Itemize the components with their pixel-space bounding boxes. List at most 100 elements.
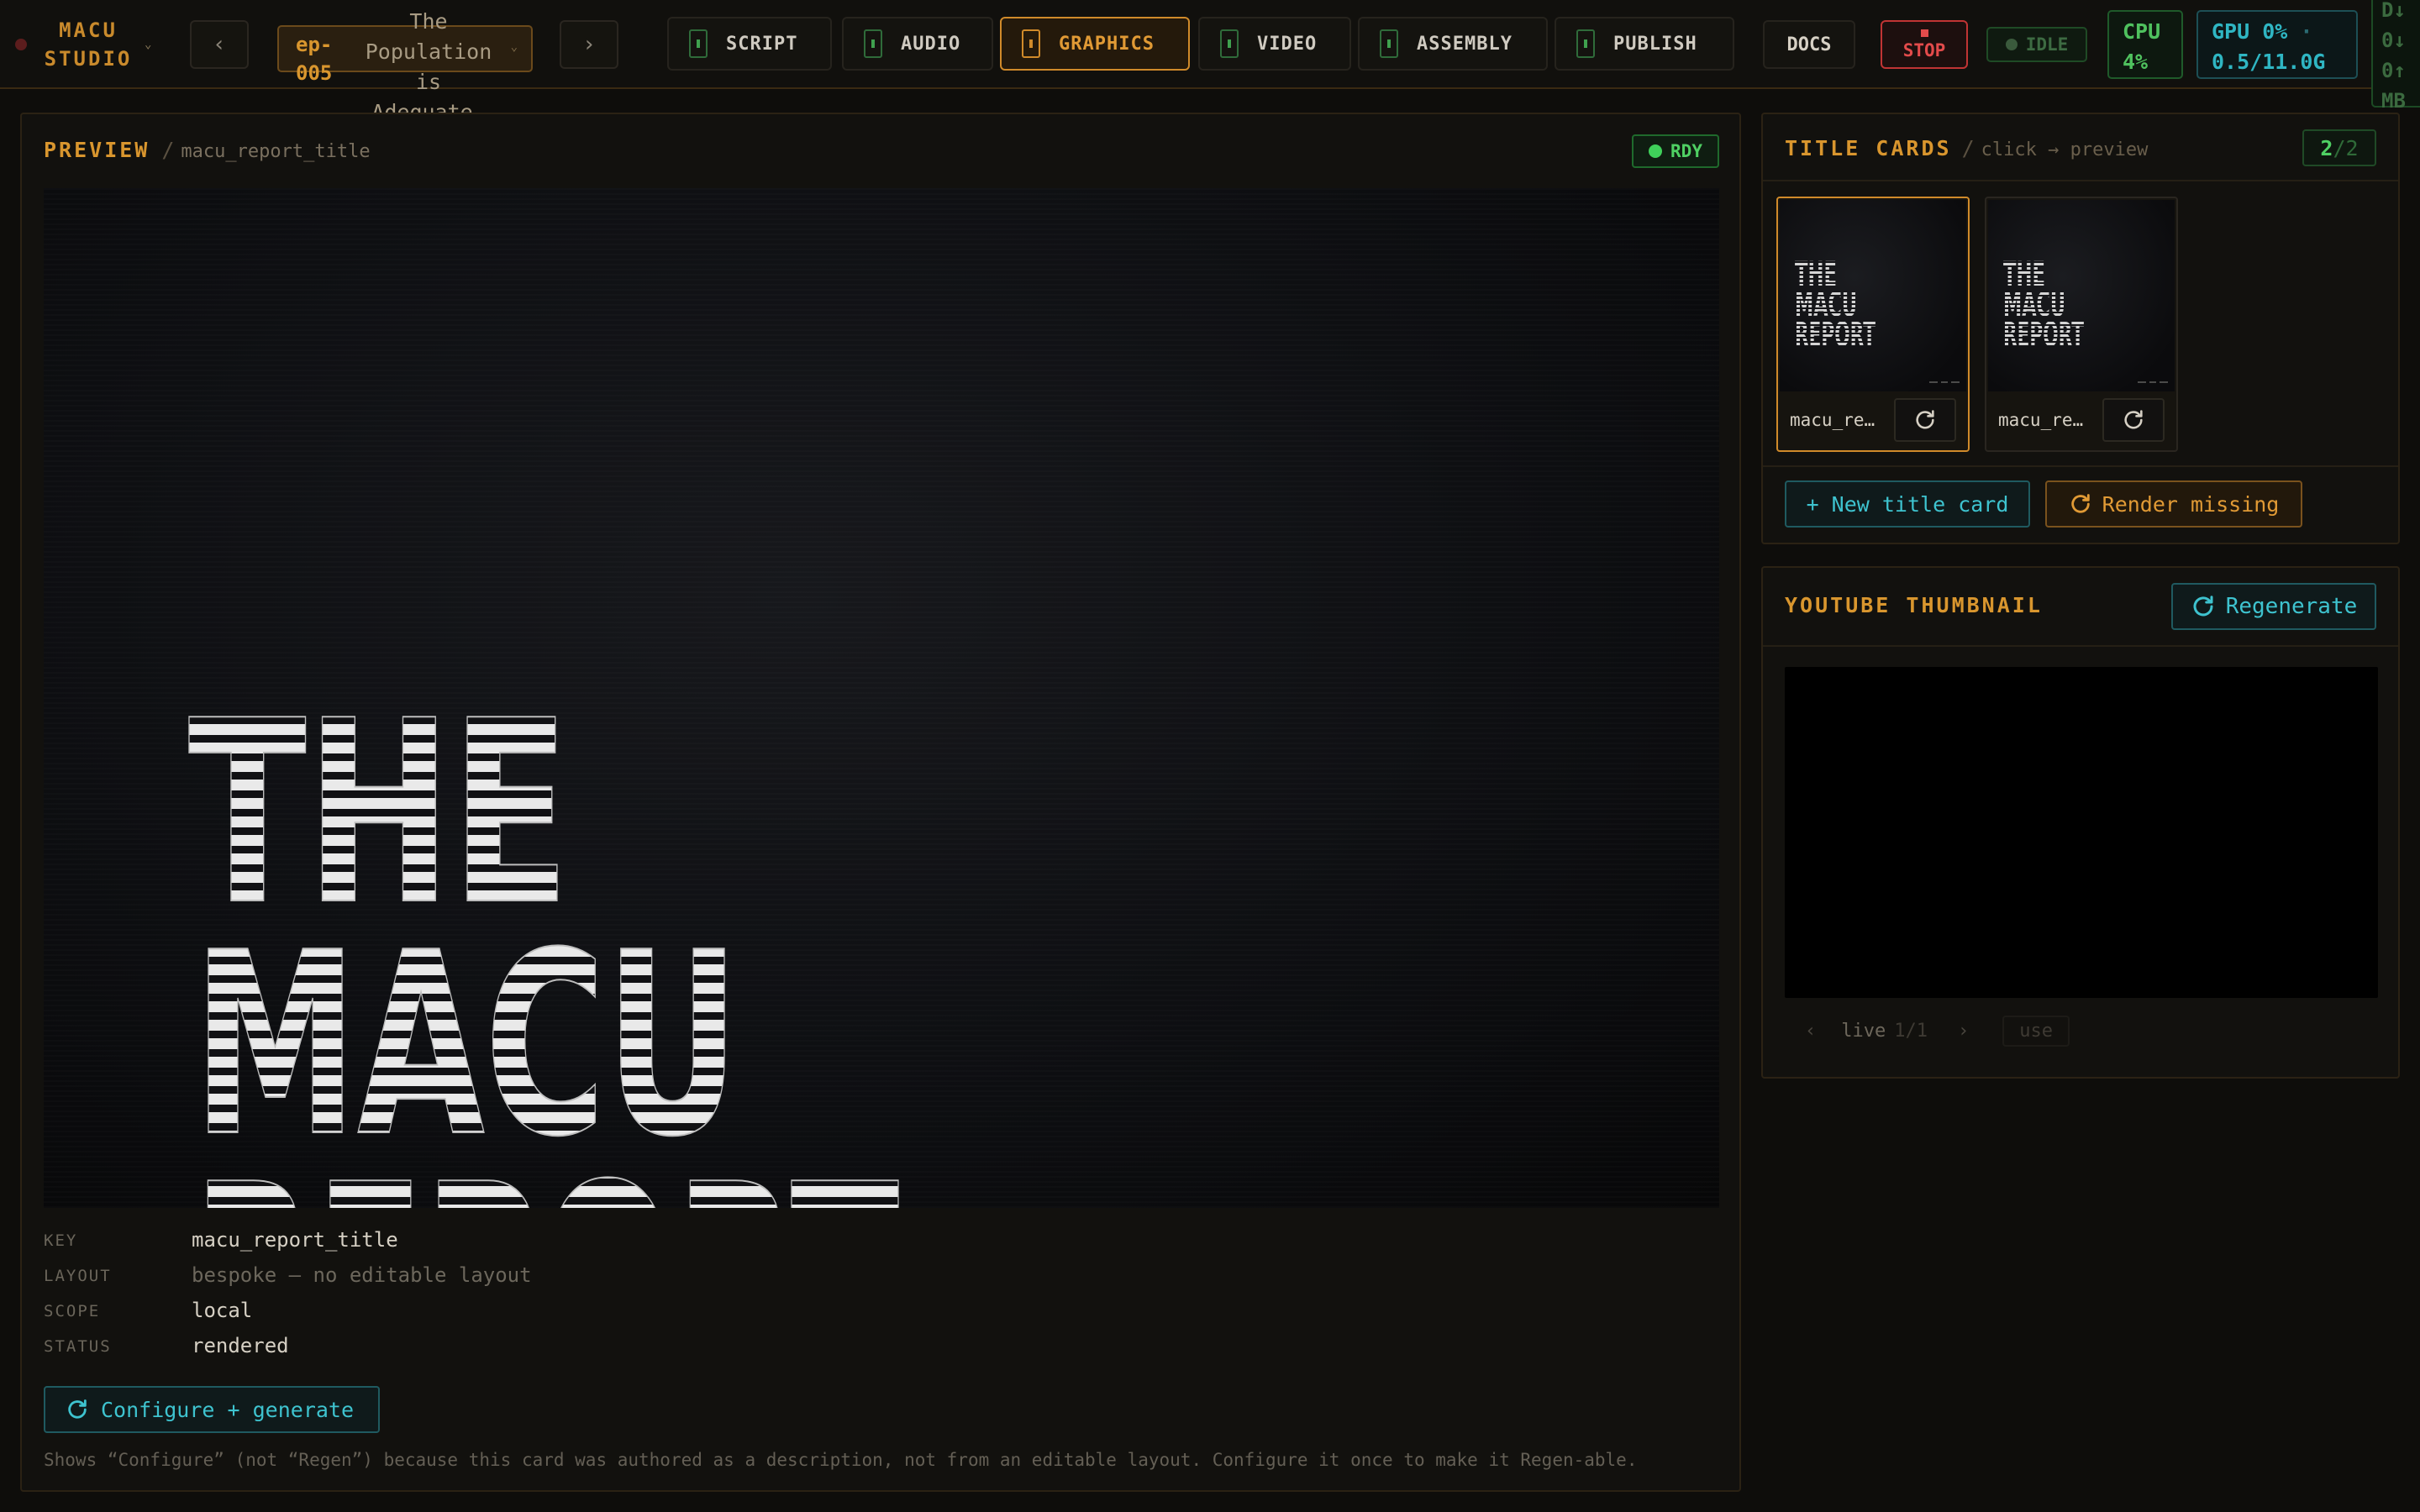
thumb-line-report: REPORT xyxy=(2003,316,2084,354)
stop-button[interactable]: STOP xyxy=(1881,20,1968,69)
cpu-value: 4% xyxy=(2123,50,2149,74)
net-line-4: MB xyxy=(2381,89,2406,113)
ready-label: RDY xyxy=(1670,141,1702,161)
title-card-item[interactable]: THE MACU REPORT macu_re… xyxy=(1985,197,2178,452)
idle-status-badge: IDLE xyxy=(1986,27,2087,62)
chevron-right-icon[interactable]: › xyxy=(1958,1021,1969,1042)
title-card-name: macu_re… xyxy=(1790,410,1876,430)
gpu-separator: · xyxy=(2300,19,2313,44)
meta-scope-label: SCOPE xyxy=(44,1302,101,1320)
regenerate-label: Regenerate xyxy=(2225,594,2358,619)
refresh-icon xyxy=(2124,410,2143,429)
net-line-2: 0↓ xyxy=(2381,29,2406,52)
title-card-thumbnail[interactable]: THE MACU REPORT xyxy=(1988,200,2175,391)
title-card-regen-button[interactable] xyxy=(1894,398,1956,442)
render-missing-button[interactable]: Render missing xyxy=(2045,480,2302,528)
episode-title-line-2: Population xyxy=(363,39,494,64)
title-card-thumbnail[interactable]: THE MACU REPORT xyxy=(1780,200,1966,391)
net-line-1: D↓ xyxy=(2381,0,2406,22)
episode-id: ep- 005 xyxy=(296,30,346,87)
docs-button[interactable]: DOCS xyxy=(1763,20,1855,69)
episode-id-line-1: ep- xyxy=(296,33,333,56)
new-title-card-button[interactable]: + New title card xyxy=(1785,480,2030,528)
meta-key-value: macu_report_title xyxy=(192,1228,398,1252)
preview-panel: PREVIEW / macu_report_title RDY THE MACU R… xyxy=(20,113,1741,1492)
chevron-left-icon: ‹ xyxy=(213,32,226,57)
script-icon xyxy=(689,29,708,58)
video-icon xyxy=(1220,29,1239,58)
next-episode-button[interactable]: › xyxy=(560,20,618,69)
empty-area xyxy=(1761,1079,2400,1492)
episode-selector[interactable]: ep- 005 The Population is Adequate. ⌄ xyxy=(277,9,533,124)
configure-note: Shows “Configure” (not “Regen”) because … xyxy=(44,1450,1638,1470)
stop-label: STOP xyxy=(1902,39,1946,60)
title-cards-panel: TITLE CARDS / click → preview 2/2 THE MACU… xyxy=(1761,113,2400,544)
audio-icon xyxy=(864,29,882,58)
count-total: 2 xyxy=(2345,135,2359,160)
tab-video[interactable]: VIDEO xyxy=(1198,17,1351,71)
tab-label: VIDEO xyxy=(1257,33,1318,55)
count-current: 2 xyxy=(2320,135,2333,160)
configure-generate-button[interactable]: Configure + generate xyxy=(44,1386,380,1433)
regenerate-thumbnail-button[interactable]: Regenerate xyxy=(2171,583,2376,630)
meta-status-value: rendered xyxy=(192,1334,289,1357)
title-cards-subtitle: click → preview xyxy=(1981,139,2149,160)
thumbnail-pager-label: live xyxy=(1841,1020,1886,1042)
title-card-item[interactable]: THE MACU REPORT macu_re… xyxy=(1776,197,1970,452)
graphics-icon xyxy=(1022,29,1040,58)
assembly-icon xyxy=(1380,29,1398,58)
prev-episode-button[interactable]: ‹ xyxy=(190,20,249,69)
thumb-line-report: REPORT xyxy=(1795,316,1876,354)
divider xyxy=(1763,180,2398,181)
title-card-regen-button[interactable] xyxy=(2102,398,2165,442)
refresh-icon xyxy=(2193,596,2213,617)
art-line-report: REPORT xyxy=(193,1131,900,1208)
gpu-usage: GPU 0% xyxy=(2212,19,2288,44)
tab-graphics[interactable]: GRAPHICS xyxy=(1000,17,1190,71)
meta-key-label: KEY xyxy=(44,1231,78,1250)
gpu-meter: GPU 0% · 0.5/11.0G xyxy=(2196,10,2358,79)
refresh-icon xyxy=(1916,410,1934,429)
youtube-thumbnail-panel: YOUTUBE THUMBNAIL Regenerate ‹ live 1/1 … xyxy=(1761,566,2400,1079)
chevron-down-icon: ⌄ xyxy=(145,38,152,51)
tab-audio[interactable]: AUDIO xyxy=(842,17,993,71)
brand-line-1: MACU xyxy=(59,18,118,42)
new-title-card-label: + New title card xyxy=(1806,491,2009,517)
chevron-left-icon[interactable]: ‹ xyxy=(1805,1021,1816,1042)
tab-publish[interactable]: PUBLISH xyxy=(1555,17,1734,71)
tab-label: ASSEMBLY xyxy=(1417,33,1512,55)
chevron-down-icon: ⌄ xyxy=(510,40,518,54)
title-card-name: macu_re… xyxy=(1998,410,2084,430)
refresh-icon xyxy=(68,1399,87,1419)
configure-generate-label: Configure + generate xyxy=(101,1397,355,1422)
title-cards-header: TITLE CARDS / click → preview xyxy=(1785,136,2148,160)
cpu-meter: CPU 4% xyxy=(2107,10,2183,79)
brand-line-2: STUDIO xyxy=(44,47,133,71)
tab-script[interactable]: SCRIPT xyxy=(667,17,832,71)
refresh-icon xyxy=(2070,494,2090,513)
episode-title-line-3: is xyxy=(415,70,442,94)
preview-header: PREVIEW / macu_report_title xyxy=(44,138,371,162)
tab-assembly[interactable]: ASSEMBLY xyxy=(1358,17,1548,71)
brand-menu[interactable]: MACU STUDIO ⌄ xyxy=(15,15,166,74)
divider xyxy=(1763,645,2398,647)
render-missing-label: Render missing xyxy=(2102,491,2280,517)
cpu-label: CPU xyxy=(2123,19,2161,44)
episode-title: The Population is Adequate. xyxy=(353,7,504,128)
stop-icon xyxy=(1920,29,1928,37)
ready-status-badge: RDY xyxy=(1632,134,1719,168)
count-separator: / xyxy=(2333,135,2346,160)
episode-title-line-1: The xyxy=(409,9,448,34)
meta-scope-value: local xyxy=(192,1299,253,1322)
preview-subtitle: macu_report_title xyxy=(181,141,371,162)
chevron-right-icon: › xyxy=(582,32,596,57)
idle-label: IDLE xyxy=(2025,34,2069,55)
tab-label: GRAPHICS xyxy=(1059,33,1155,55)
network-meter: D↓ 0↓ 0↑ MB xyxy=(2371,0,2420,113)
meta-status-label: STATUS xyxy=(44,1337,112,1356)
recording-dot-icon xyxy=(15,39,27,50)
net-line-3: 0↑ xyxy=(2381,59,2406,82)
use-thumbnail-button[interactable]: use xyxy=(2002,1015,2070,1047)
title-cards-count-badge: 2/2 xyxy=(2302,129,2376,166)
preview-canvas: THE MACU REPORT xyxy=(44,188,1719,1208)
